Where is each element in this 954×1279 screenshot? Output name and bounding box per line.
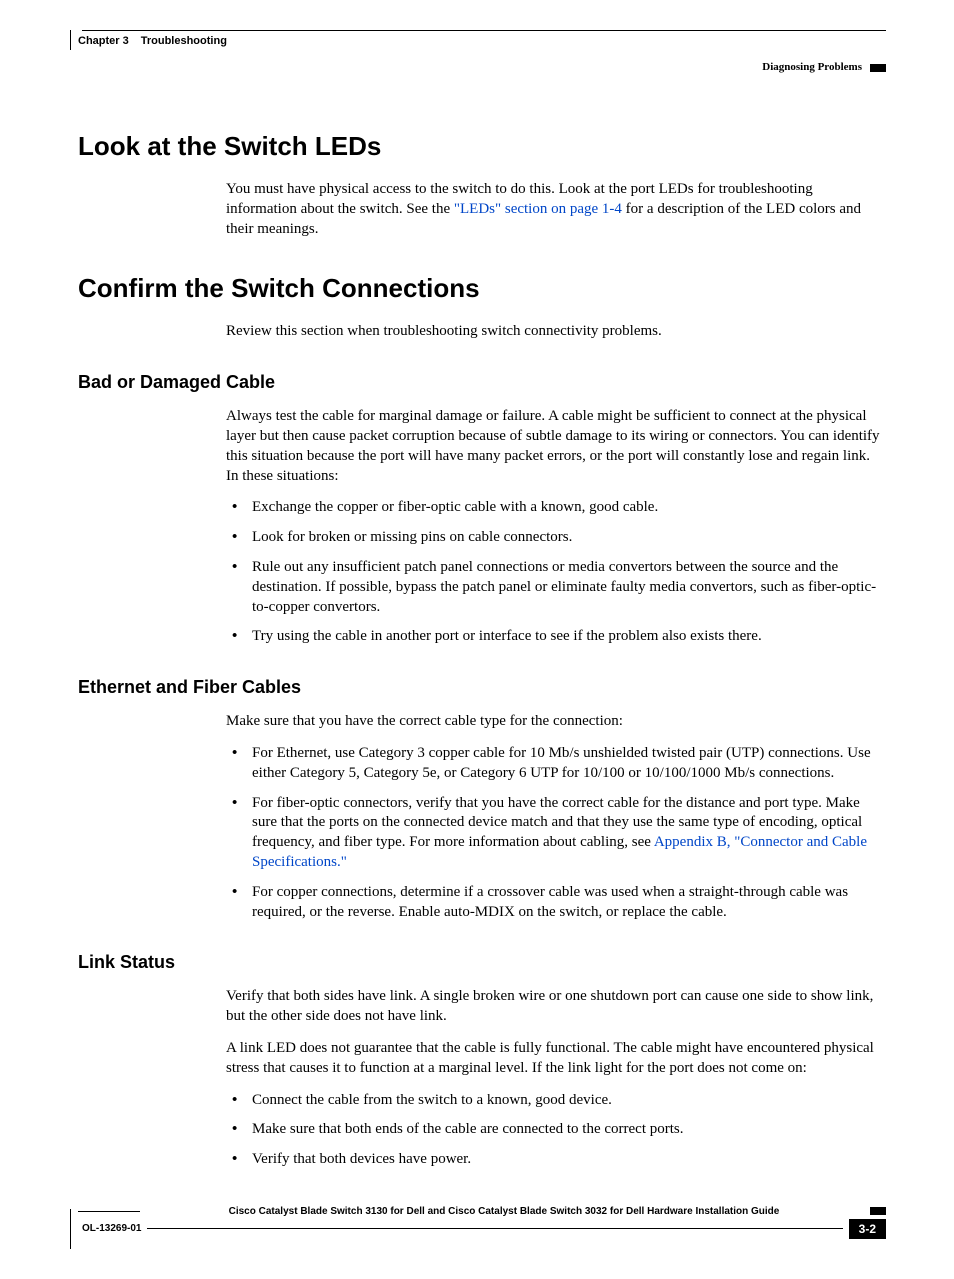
list-item: Connect the cable from the switch to a k…: [226, 1091, 886, 1111]
page-number-badge: 3-2: [849, 1219, 886, 1239]
paragraph: Review this section when troubleshooting…: [226, 322, 886, 342]
footer-doc-title: Cisco Catalyst Blade Switch 3130 for Del…: [146, 1206, 862, 1217]
list-item: For copper connections, determine if a c…: [226, 883, 886, 923]
list-item: Look for broken or missing pins on cable…: [226, 528, 886, 548]
page-header: Chapter 3 Troubleshooting: [78, 35, 886, 47]
heading-bad-cable: Bad or Damaged Cable: [78, 372, 886, 393]
header-mark-icon: [870, 64, 886, 72]
list-item: Verify that both devices have power.: [226, 1150, 886, 1170]
list-item: Make sure that both ends of the cable ar…: [226, 1120, 886, 1140]
heading-link-status: Link Status: [78, 952, 886, 973]
bad-cable-list: Exchange the copper or fiber-optic cable…: [226, 498, 886, 647]
footer-doc-id: OL-13269-01: [82, 1223, 141, 1234]
section-header: Diagnosing Problems: [78, 61, 886, 73]
heading-ethernet-fiber: Ethernet and Fiber Cables: [78, 677, 886, 698]
paragraph: Make sure that you have the correct cabl…: [226, 712, 886, 732]
paragraph: A link LED does not guarantee that the c…: [226, 1039, 886, 1079]
list-item: Exchange the copper or fiber-optic cable…: [226, 498, 886, 518]
list-item: For fiber-optic connectors, verify that …: [226, 794, 886, 873]
paragraph: Verify that both sides have link. A sing…: [226, 987, 886, 1027]
chapter-title: Troubleshooting: [141, 35, 227, 47]
page-footer: Cisco Catalyst Blade Switch 3130 for Del…: [78, 1206, 886, 1239]
list-item: For Ethernet, use Category 3 copper cabl…: [226, 744, 886, 784]
list-item: Rule out any insufficient patch panel co…: [226, 558, 886, 617]
paragraph: Always test the cable for marginal damag…: [226, 407, 886, 486]
link-status-list: Connect the cable from the switch to a k…: [226, 1091, 886, 1170]
chapter-label: Chapter 3: [78, 35, 129, 47]
paragraph: You must have physical access to the swi…: [226, 180, 886, 239]
footer-mark-icon: [870, 1207, 886, 1215]
section-title: Diagnosing Problems: [762, 61, 862, 73]
leds-section-link[interactable]: "LEDs" section on page 1-4: [454, 201, 622, 217]
heading-confirm-connections: Confirm the Switch Connections: [78, 273, 886, 304]
heading-look-at-leds: Look at the Switch LEDs: [78, 131, 886, 162]
list-item: Try using the cable in another port or i…: [226, 627, 886, 647]
ethernet-fiber-list: For Ethernet, use Category 3 copper cabl…: [226, 744, 886, 922]
